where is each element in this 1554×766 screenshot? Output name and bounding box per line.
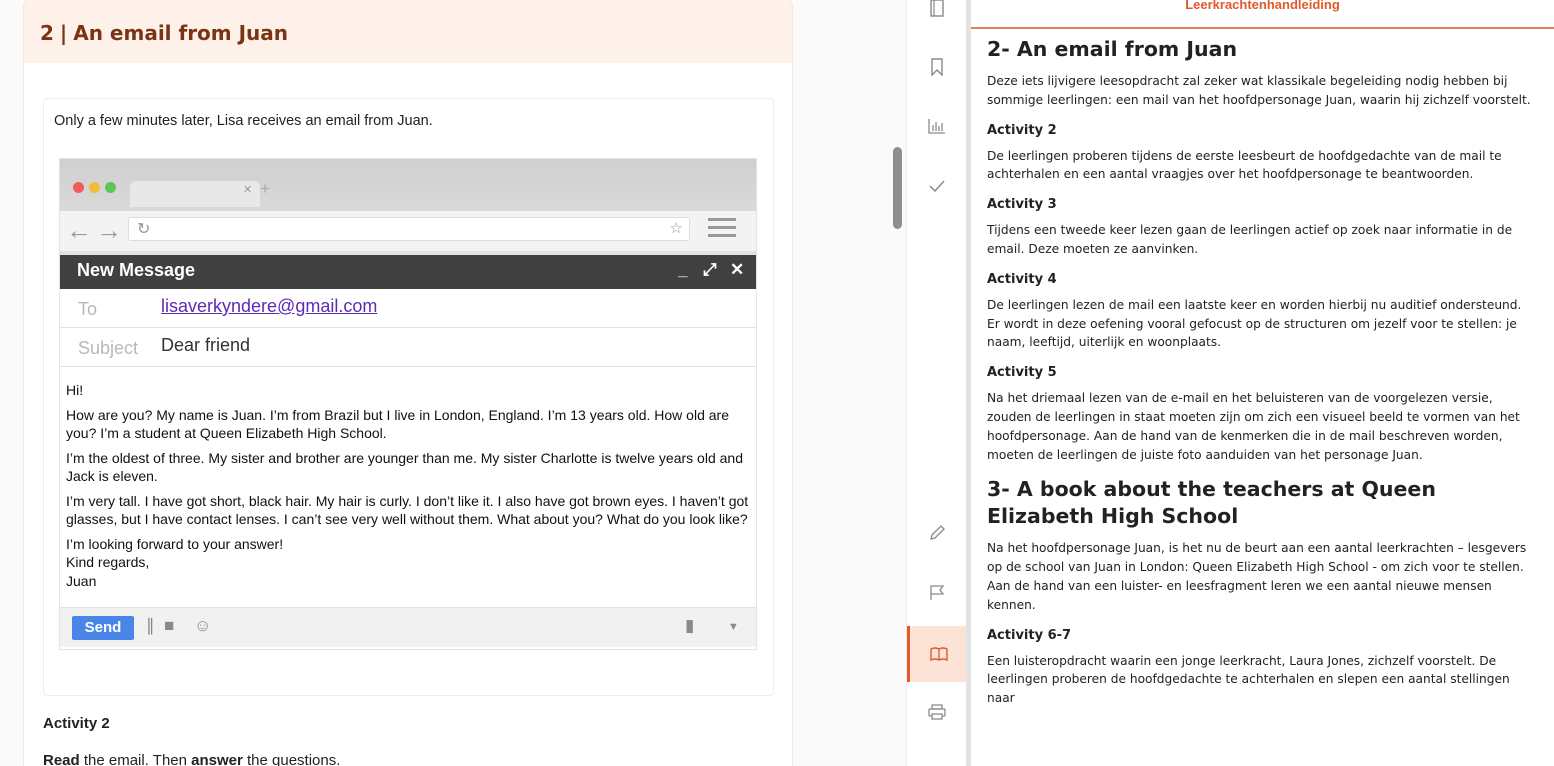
new-tab-icon: + (260, 179, 270, 198)
smiley-icon: ☺ (194, 616, 212, 635)
activity-2-heading: Activity 2 (987, 122, 1057, 138)
tab-close-icon: ✕ (243, 184, 253, 196)
results-button[interactable] (907, 98, 967, 154)
close-dot-icon (73, 182, 84, 193)
section-number: 2 (40, 21, 54, 45)
side-toolbar (906, 0, 967, 766)
trash-icon: ▮ (685, 616, 695, 635)
activity-6-7-heading: Activity 6-7 (987, 627, 1072, 643)
section-header: 2 | An email from Juan (24, 0, 792, 63)
to-address-link[interactable]: lisaverkyndere@gmail.com (161, 296, 377, 317)
activity-2-title: Activity 2 (43, 715, 110, 732)
browser-tab (130, 181, 260, 207)
activity-3-text: Tijdens een tweede keer lezen gaan de le… (987, 223, 1513, 256)
check-icon (929, 180, 945, 192)
activity-2-text: De leerlingen proberen tijdens de eerste… (987, 148, 1502, 182)
nav-row: ← → ↻ ☆ (60, 211, 756, 251)
send-button: Send (72, 616, 134, 640)
check-button[interactable] (907, 158, 967, 214)
paperclip-icon: ∥ (146, 616, 155, 635)
section-3-intro: Na het hoofdpersonage Juan, is het nu de… (987, 541, 1527, 612)
activity-3-heading: Activity 3 (987, 197, 1057, 213)
email-box: Only a few minutes later, Lisa receives … (43, 98, 774, 696)
section-3-heading: 3- A book about the teachers at Queen El… (987, 477, 1436, 529)
closing-line-1: I’m looking forward to your answer! (66, 535, 284, 552)
closing-line-2: Kind regards, (66, 554, 150, 570)
section-separator: | (59, 21, 68, 45)
maximize-dot-icon (105, 182, 116, 193)
section-title: An email from Juan (73, 21, 289, 45)
browser-chrome: ✕ + ← → ↻ ☆ (60, 159, 756, 255)
flag-button[interactable] (907, 565, 967, 621)
section-2-heading: 2- An email from Juan (987, 37, 1238, 61)
hamburger-menu-icon (708, 218, 736, 238)
subject-value: Dear friend (161, 335, 251, 355)
expand-icon: ⤢ (703, 260, 717, 279)
message-window-title: New Message (77, 260, 196, 280)
minimize-icon: _ (678, 260, 688, 279)
pencil-icon (930, 525, 945, 540)
camera-icon: ■ (164, 616, 175, 635)
to-row: To lisaverkyndere@gmail.com (60, 289, 756, 328)
reload-icon: ↻ (137, 221, 151, 238)
activity-5-text: Na het driemaal lezen van de e-mail en h… (987, 391, 1520, 462)
activity-4-heading: Activity 4 (987, 271, 1057, 287)
forward-arrow-icon: → (96, 215, 122, 245)
subject-row: Subject Dear friend (60, 328, 756, 367)
back-arrow-icon: ← (66, 215, 92, 245)
print-button[interactable] (907, 684, 967, 740)
email-greeting: Hi! (66, 382, 84, 398)
intro-text: Only a few minutes later, Lisa receives … (54, 113, 433, 129)
instruction-bold-read: Read (43, 752, 80, 766)
message-title-bar: New Message _ ⤢ ✕ (60, 255, 756, 289)
notebook-button[interactable] (907, 0, 967, 36)
activity-4-text: De leerlingen lezen de mail een laatste … (987, 297, 1522, 350)
email-paragraph-1: How are you? My name is Juan. I’m from B… (66, 406, 729, 442)
tab-strip: ✕ + (60, 159, 756, 207)
annotate-button[interactable] (907, 505, 967, 561)
star-icon: ☆ (669, 220, 683, 237)
activity-5-heading: Activity 5 (987, 365, 1057, 381)
email-screenshot: ✕ + ← → ↻ ☆ New Message _ ⤢ ✕ To lisaver… (60, 159, 756, 649)
lesson-scrollbar[interactable] (893, 147, 902, 229)
minimize-dot-icon (89, 182, 100, 193)
to-label: To (78, 299, 98, 319)
email-paragraph-3: I’m very tall. I have got short, black h… (66, 492, 749, 528)
instruction-text-2: the questions. (242, 752, 341, 766)
email-closing: I’m looking forward to your answer! Kind… (66, 535, 756, 591)
section-2-intro: Deze iets lijvigere leesopdracht zal zek… (987, 74, 1531, 107)
email-body: Hi! How are you? My name is Juan. I’m fr… (60, 367, 756, 590)
lesson-card: 2 | An email from Juan Only a few minutes … (23, 0, 793, 766)
notebook-icon (930, 0, 944, 17)
teacher-guide-panel: Leerkrachtenhandleiding 2- An email from… (966, 0, 1554, 766)
book-open-icon (929, 647, 948, 661)
lesson-pane: 2 | An email from Juan Only a few minutes … (0, 0, 905, 766)
email-footer: Send ∥ ■ ☺ ▮ ▼ (60, 607, 756, 647)
activity-6-7-text: Een luisteropdracht waarin een jonge lee… (987, 653, 1510, 706)
printer-icon (928, 704, 946, 720)
teacher-guide-button[interactable] (907, 626, 967, 682)
instruction-text-1: the email. Then (79, 752, 192, 766)
subject-label: Subject (78, 338, 139, 358)
teacher-guide-header: Leerkrachtenhandleiding (971, 0, 1554, 29)
closing-line-3: Juan (66, 572, 97, 589)
flag-icon (930, 585, 945, 600)
teacher-guide-content: 2- An email from Juan Deze iets lijviger… (971, 36, 1554, 708)
bookmark-icon (931, 58, 943, 76)
url-bar: ↻ ☆ (128, 217, 690, 241)
activity-2-instruction: Read the email. Then answer the question… (43, 752, 340, 766)
bookmark-button[interactable] (907, 39, 967, 95)
instruction-bold-answer: answer (191, 752, 243, 766)
dropdown-arrow-icon: ▼ (728, 621, 739, 633)
chart-icon (928, 119, 945, 134)
close-icon: ✕ (730, 260, 745, 279)
email-paragraph-2: I’m the oldest of three. My sister and b… (66, 449, 743, 485)
